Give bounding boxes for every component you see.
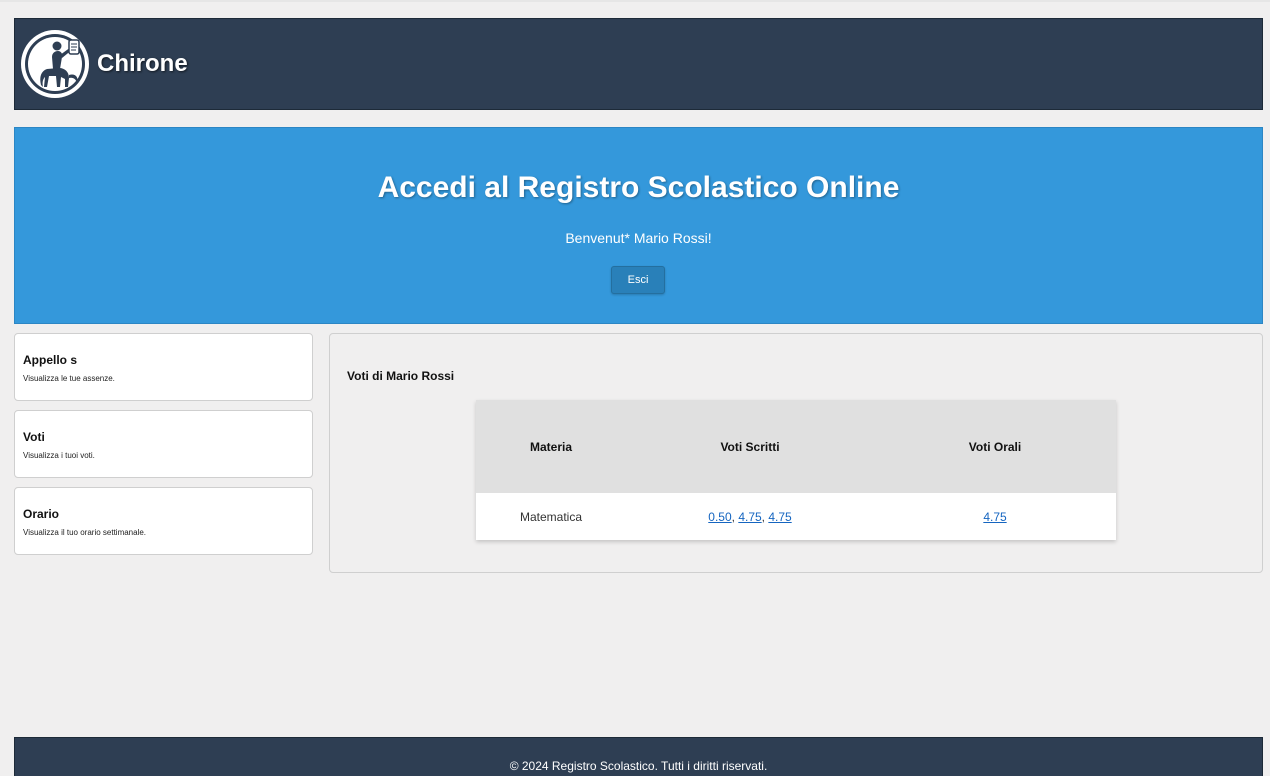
page-title: Accedi al Registro Scolastico Online bbox=[377, 171, 900, 204]
card-title: Appello s bbox=[23, 353, 78, 367]
written-grades-cell: 0.50, 4.75, 4.75 bbox=[626, 493, 874, 540]
grade-link[interactable]: 4.75 bbox=[768, 510, 791, 524]
brand-name: Chirone bbox=[97, 50, 188, 77]
hero-banner: Accedi al Registro Scolastico Online Ben… bbox=[14, 127, 1263, 324]
welcome-message: Benvenut* Mario Rossi! bbox=[565, 230, 712, 246]
oral-grades-cell: 4.75 bbox=[874, 493, 1116, 540]
sidebar-card-appello[interactable]: Appello s Visualizza le tue assenze. bbox=[14, 333, 313, 401]
column-header-voti-scritti: Voti Scritti bbox=[720, 439, 780, 454]
grades-panel: Voti di Mario Rossi Materia Voti Scritti… bbox=[329, 333, 1263, 573]
card-description: Visualizza i tuoi voti. bbox=[23, 451, 95, 460]
grade-link[interactable]: 0.50 bbox=[708, 510, 731, 524]
page-footer: © 2024 Registro Scolastico. Tutti i diri… bbox=[14, 737, 1263, 776]
subject-cell: Matematica bbox=[519, 509, 583, 524]
grade-link[interactable]: 4.75 bbox=[738, 510, 761, 524]
card-description: Visualizza le tue assenze. bbox=[23, 374, 115, 383]
table-header-row: Materia Voti Scritti Voti Orali bbox=[476, 400, 1116, 493]
top-header: Chirone bbox=[14, 18, 1263, 110]
logout-button[interactable]: Esci bbox=[611, 266, 665, 294]
centaur-logo-icon[interactable] bbox=[19, 27, 91, 101]
sidebar-card-voti[interactable]: Voti Visualizza i tuoi voti. bbox=[14, 410, 313, 478]
sidebar-card-orario[interactable]: Orario Visualizza il tuo orario settiman… bbox=[14, 487, 313, 555]
card-title: Orario bbox=[23, 507, 60, 521]
table-row: Matematica 0.50, 4.75, 4.75 4.75 bbox=[476, 493, 1116, 540]
column-header-materia: Materia bbox=[529, 439, 573, 454]
card-description: Visualizza il tuo orario settimanale. bbox=[23, 528, 147, 537]
card-title: Voti bbox=[23, 430, 45, 444]
footer-copyright: © 2024 Registro Scolastico. Tutti i diri… bbox=[509, 759, 768, 773]
grade-link[interactable]: 4.75 bbox=[983, 510, 1006, 524]
grades-table: Materia Voti Scritti Voti Orali Matemati… bbox=[476, 400, 1116, 540]
column-header-voti-orali: Voti Orali bbox=[968, 439, 1022, 454]
grades-panel-title: Voti di Mario Rossi bbox=[347, 369, 455, 383]
